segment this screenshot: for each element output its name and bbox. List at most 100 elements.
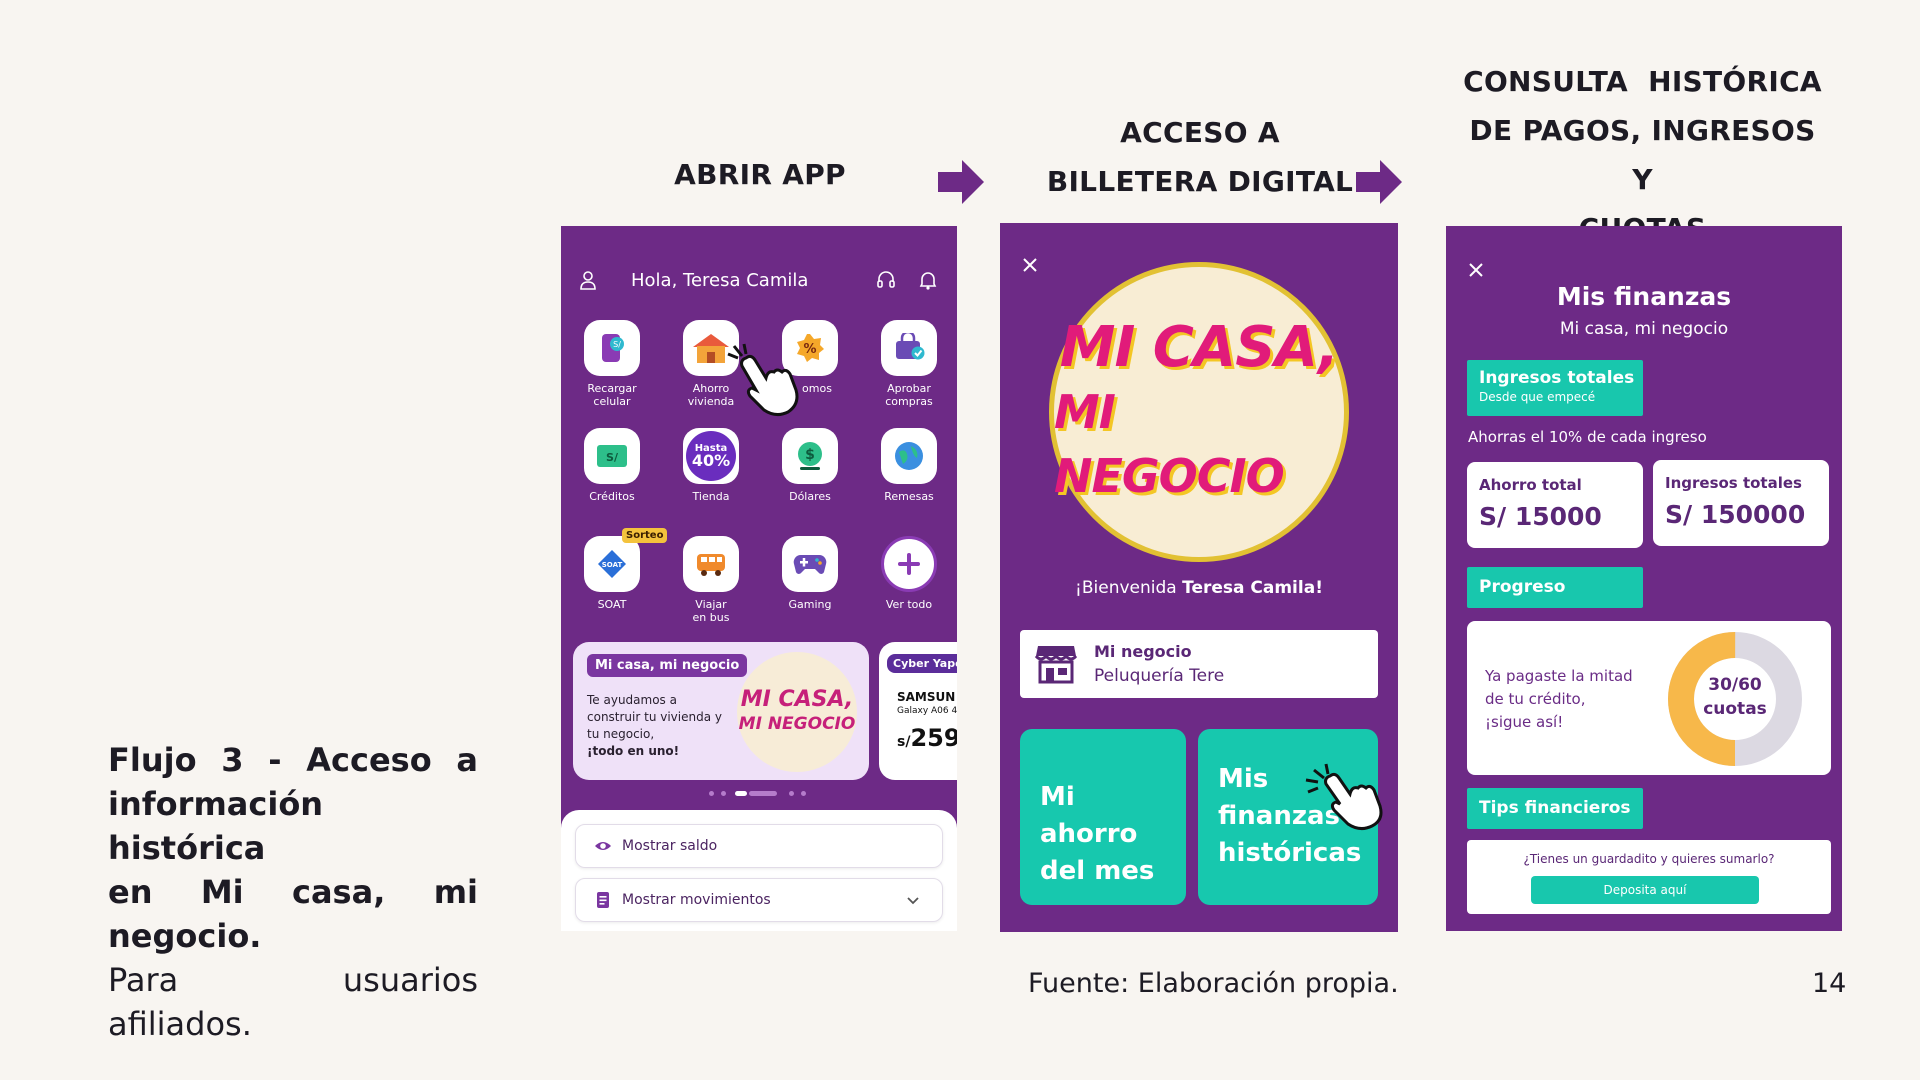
store-icon bbox=[1034, 646, 1078, 684]
grid-item-creditos[interactable]: S/ Créditos bbox=[572, 428, 652, 503]
flow-title-l4: negocio. bbox=[108, 917, 262, 955]
grid-item-soat[interactable]: Sorteo SOAT SOAT bbox=[572, 528, 668, 611]
show-balance-label: Mostrar saldo bbox=[622, 838, 718, 854]
grid-label: Gaming bbox=[788, 598, 832, 611]
button-label-line: del mes bbox=[1040, 856, 1155, 886]
ingresos-totales-card: Ingresos totales S/ 150000 bbox=[1653, 460, 1829, 546]
flow-audience-l1: Para usuarios bbox=[108, 961, 478, 999]
price-value: 259 bbox=[910, 724, 957, 752]
grid-item-gaming[interactable]: Gaming bbox=[770, 536, 850, 611]
grid-label: Créditos bbox=[589, 490, 635, 503]
progress-line: ¡sigue así! bbox=[1485, 713, 1564, 731]
promo-banner-cyber-yape[interactable]: Cyber Yape SAMSUN Galaxy A06 4G s/259 bbox=[879, 642, 957, 780]
mi-casa-mi-negocio-logo: MI CASA, MI NEGOCIO bbox=[1049, 262, 1349, 562]
store-promo-icon: Hasta 40% bbox=[683, 428, 739, 484]
bell-icon[interactable] bbox=[919, 270, 937, 290]
stat-value: S/ 150000 bbox=[1665, 500, 1806, 529]
tag-label: Ingresos totales bbox=[1479, 368, 1635, 388]
promo-banner-mi-casa[interactable]: Mi casa, mi negocio Te ayudamos a constr… bbox=[573, 642, 869, 780]
button-label-line: históricas bbox=[1218, 838, 1362, 868]
flow-description: Flujo 3 - Acceso a información histórica… bbox=[108, 738, 478, 1046]
deposita-button[interactable]: Deposita aquí bbox=[1531, 876, 1759, 904]
cuotas-text: cuotas bbox=[1703, 699, 1767, 719]
welcome-name: Teresa Camila! bbox=[1182, 578, 1323, 598]
step-title-consulta-l2: DE PAGOS, INGRESOS Y bbox=[1469, 114, 1816, 196]
step-title-abrir: ABRIR APP bbox=[674, 158, 846, 191]
button-label-line: Mi ahorro bbox=[1040, 782, 1138, 849]
hand-pointer-icon bbox=[727, 343, 799, 417]
grid-item-tienda[interactable]: Hasta 40% Tienda bbox=[671, 428, 751, 503]
ingresos-totales-tag[interactable]: Ingresos totales Desde que empecé bbox=[1467, 360, 1643, 416]
banner-text-bold: ¡todo en uno! bbox=[587, 744, 680, 758]
finanzas-subtitle: Mi casa, mi negocio bbox=[1559, 319, 1729, 339]
step-title-consulta-l1: CONSULTA HISTÓRICA bbox=[1463, 65, 1822, 98]
footer-source: Fuente: Elaboración propia. bbox=[1028, 968, 1399, 999]
arrow-right-icon bbox=[1356, 160, 1402, 204]
carousel-dots bbox=[709, 791, 819, 797]
logo-line: MI CASA, bbox=[1059, 315, 1339, 380]
negocio-card[interactable]: Mi negocio Peluquería Tere bbox=[1020, 630, 1378, 698]
flow-title-l1: Flujo 3 - Acceso a bbox=[108, 741, 478, 779]
gamepad-icon bbox=[782, 536, 838, 592]
ahorras-note: Ahorras el 10% de cada ingreso bbox=[1468, 428, 1707, 446]
show-movements-button[interactable]: Mostrar movimientos bbox=[575, 878, 943, 922]
banner-text-line: construir tu vivienda y bbox=[587, 710, 722, 724]
credit-icon: S/ bbox=[584, 428, 640, 484]
logo-line: MI NEGOCIO bbox=[738, 714, 856, 734]
plus-icon bbox=[881, 536, 937, 592]
grid-item-ver-todo[interactable]: Ver todo bbox=[869, 536, 949, 611]
svg-text:SOAT: SOAT bbox=[602, 561, 623, 569]
cuotas-value: 30/60 bbox=[1708, 675, 1762, 695]
cyber-yape-tag: Cyber Yape bbox=[887, 654, 957, 673]
tag-sublabel: Desde que empecé bbox=[1479, 390, 1596, 404]
step-title-consulta: CONSULTA HISTÓRICA DE PAGOS, INGRESOS Y … bbox=[1460, 57, 1825, 253]
grid-item-remesas[interactable]: Remesas bbox=[869, 428, 949, 503]
price-currency: s/ bbox=[897, 734, 911, 750]
progress-text: Ya pagaste la mitad de tu crédito, ¡sigu… bbox=[1485, 665, 1655, 734]
grid-item-dolares[interactable]: $ Dólares bbox=[770, 428, 850, 503]
grid-item-aprobar-compras[interactable]: Aprobar compras bbox=[869, 320, 949, 408]
banner-text-line: Te ayudamos a bbox=[587, 693, 677, 707]
bottom-sheet: Mostrar saldo Mostrar movimientos bbox=[561, 810, 957, 931]
phone-screen-finanzas: Mis finanzas Mi casa, mi negocio Ingreso… bbox=[1446, 226, 1842, 931]
ahorro-total-card: Ahorro total S/ 15000 bbox=[1467, 462, 1643, 548]
negocio-name: Peluquería Tere bbox=[1094, 666, 1225, 686]
flow-title-l2: información histórica bbox=[108, 785, 324, 867]
close-icon[interactable] bbox=[1020, 255, 1040, 275]
bus-icon bbox=[683, 536, 739, 592]
logo-line: MI NEGOCIO bbox=[1054, 385, 1285, 503]
phone-model: Galaxy A06 4G bbox=[897, 706, 957, 716]
grid-label: Viajar bbox=[695, 598, 727, 611]
grid-label: Ver todo bbox=[885, 598, 933, 611]
finanzas-title: Mis finanzas bbox=[1556, 282, 1732, 311]
progreso-tag[interactable]: Progreso bbox=[1467, 567, 1643, 608]
grid-item-viajar-bus[interactable]: Viajar en bus bbox=[671, 536, 751, 624]
hand-pointer-icon bbox=[1305, 763, 1383, 831]
close-icon[interactable] bbox=[1466, 260, 1486, 280]
sorteo-badge: Sorteo bbox=[622, 528, 668, 543]
phone-brand: SAMSUN bbox=[897, 690, 956, 704]
svg-text:%: % bbox=[803, 342, 816, 357]
svg-text:S/: S/ bbox=[613, 340, 621, 349]
logo-line: MI CASA, bbox=[740, 687, 854, 712]
stat-label: Ahorro total bbox=[1479, 476, 1582, 494]
guardadito-card: ¿Tienes un guardadito y quieres sumarlo?… bbox=[1467, 840, 1831, 914]
mi-ahorro-del-mes-button[interactable]: Mi ahorro del mes bbox=[1020, 729, 1186, 905]
negocio-title: Mi negocio bbox=[1094, 642, 1192, 661]
arrow-right-icon bbox=[938, 160, 984, 204]
headset-icon[interactable] bbox=[876, 270, 896, 290]
progress-card: Ya pagaste la mitad de tu crédito, ¡sigu… bbox=[1467, 621, 1831, 775]
grid-label: Dólares bbox=[789, 490, 831, 503]
step-title-acceso-l1: ACCESO A bbox=[1120, 116, 1280, 149]
tips-financieros-tag[interactable]: Tips financieros bbox=[1467, 788, 1643, 829]
eye-icon bbox=[595, 842, 611, 850]
grid-item-recargar[interactable]: S/ Recargar celular bbox=[572, 320, 652, 408]
progress-line: de tu crédito, bbox=[1485, 690, 1586, 708]
grid-label: en bus bbox=[692, 611, 730, 624]
svg-text:S/: S/ bbox=[606, 451, 619, 464]
page-number: 14 bbox=[1812, 968, 1847, 999]
phone-recharge-icon: S/ bbox=[584, 320, 640, 376]
user-icon[interactable] bbox=[579, 270, 597, 290]
show-balance-button[interactable]: Mostrar saldo bbox=[575, 824, 943, 868]
banner-text: Te ayudamos a construir tu vivienda y tu… bbox=[587, 692, 737, 760]
